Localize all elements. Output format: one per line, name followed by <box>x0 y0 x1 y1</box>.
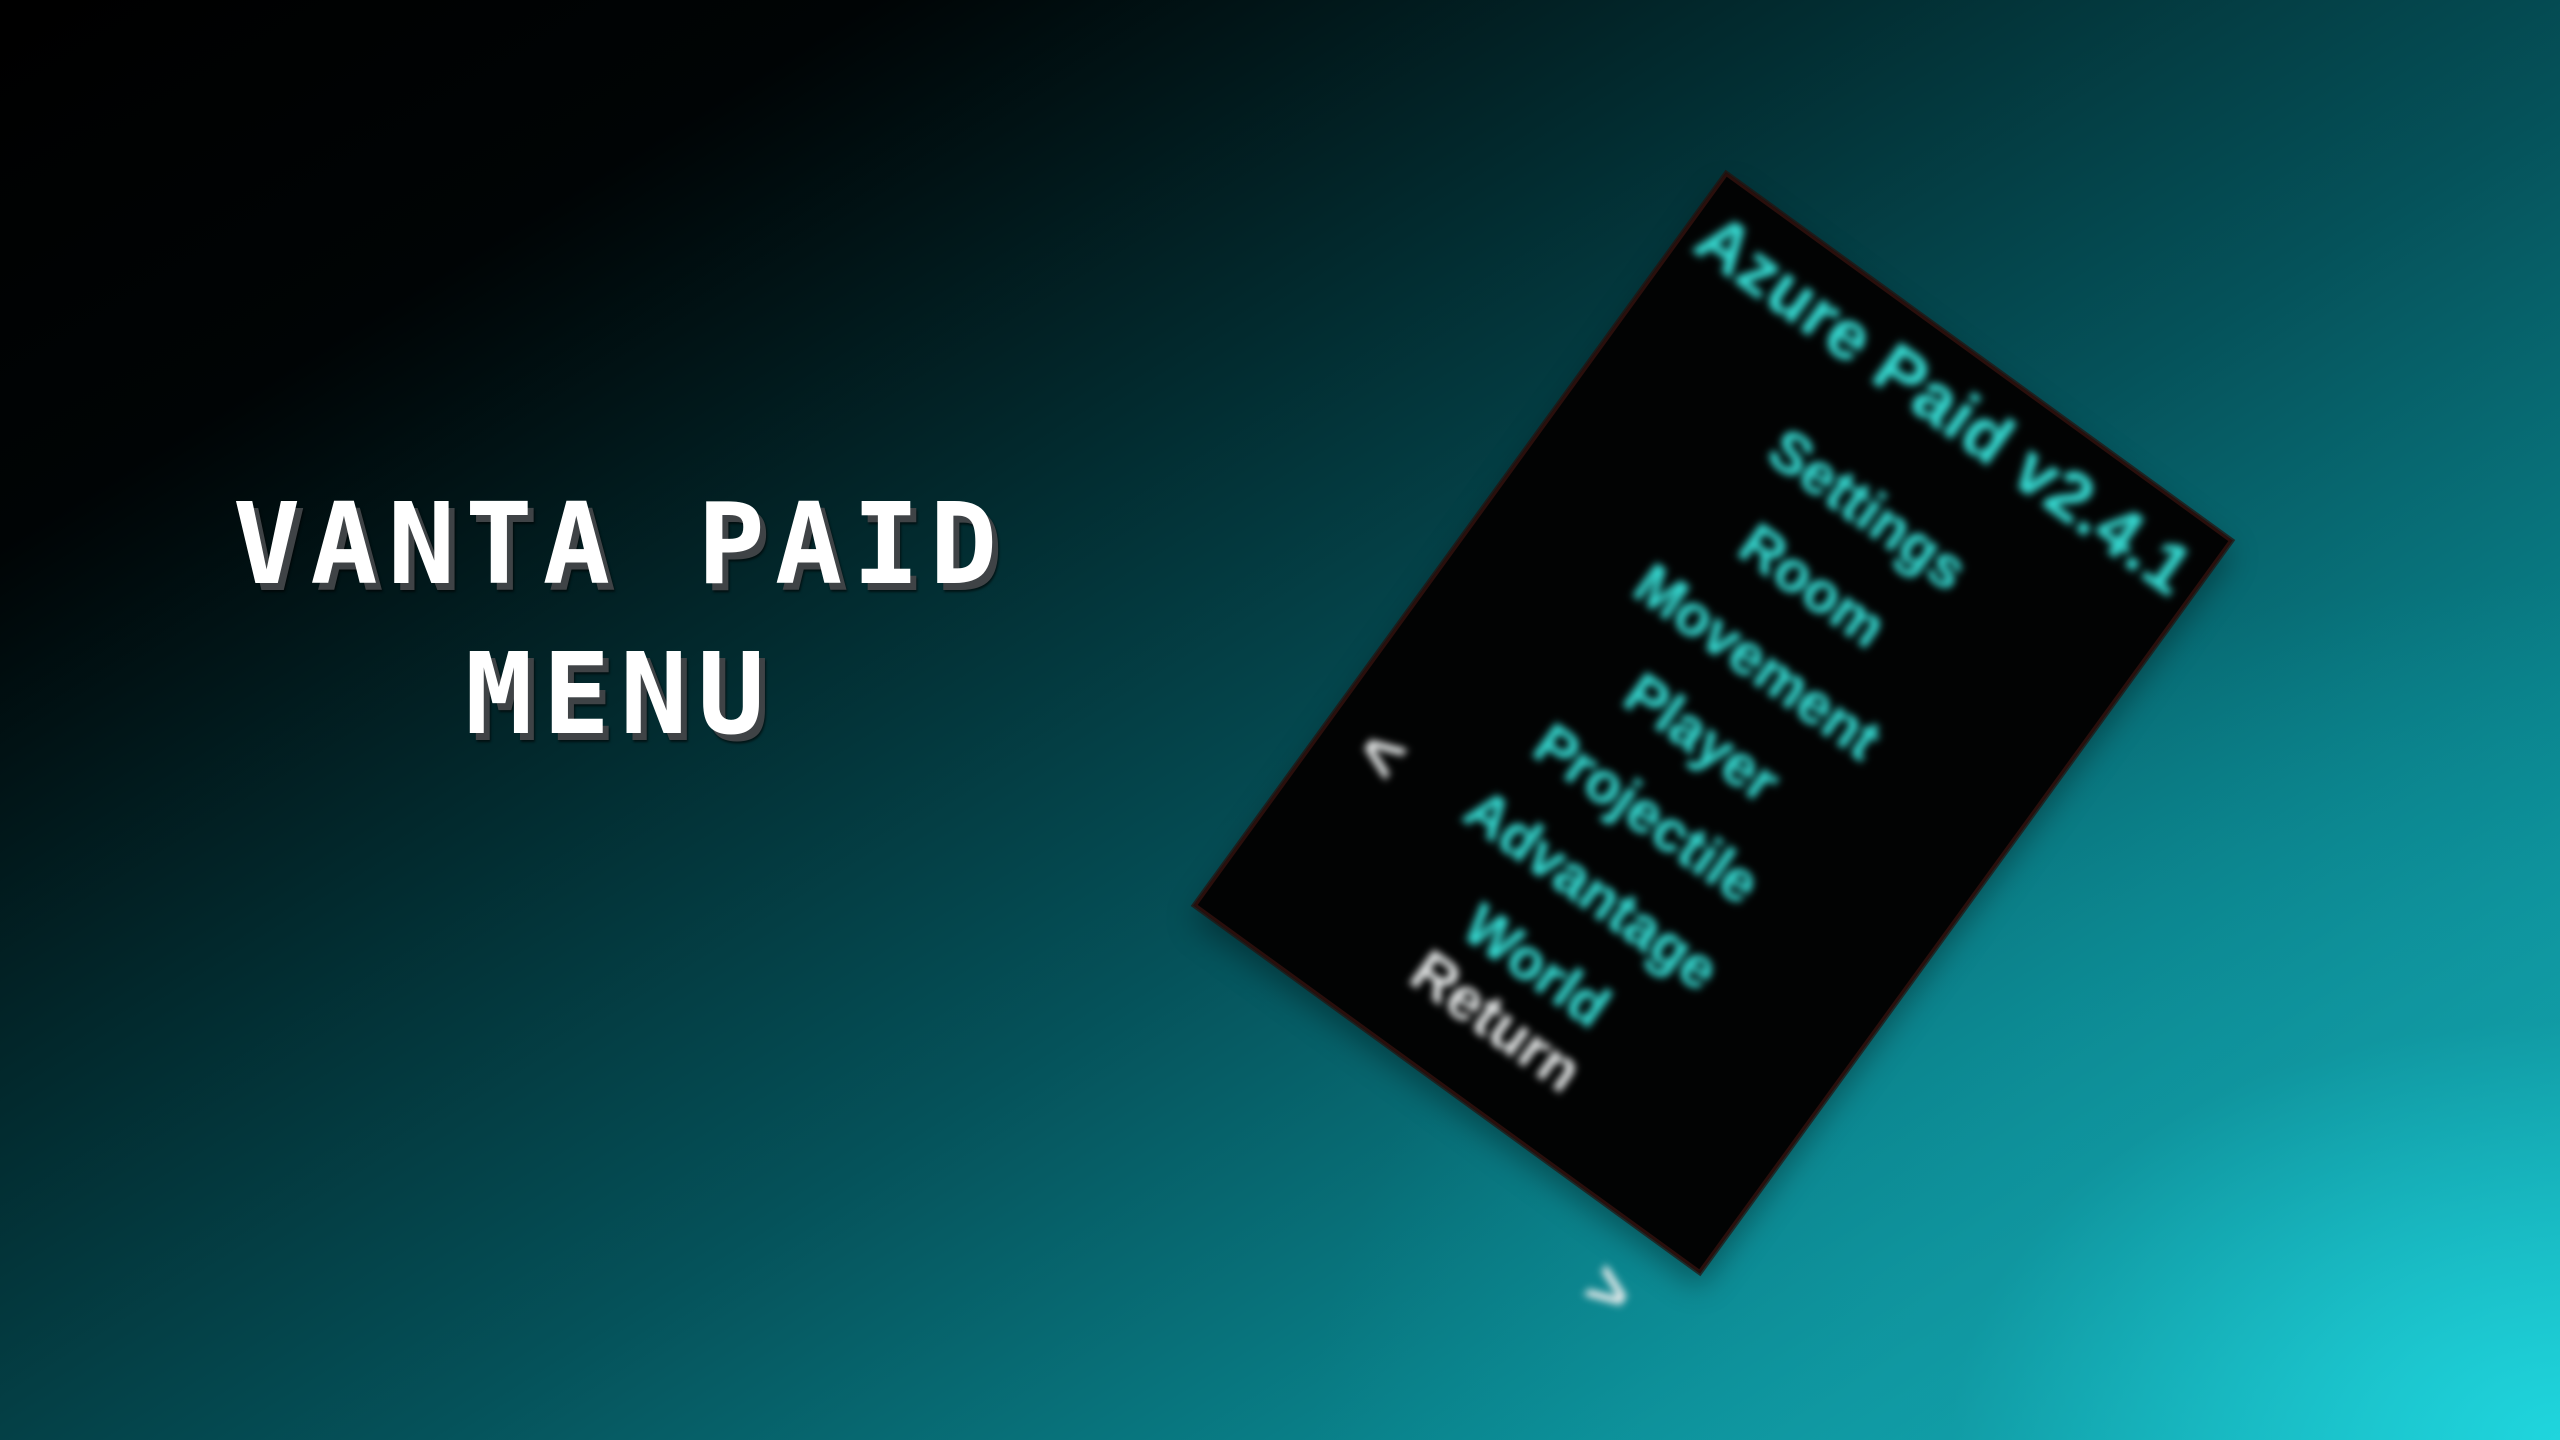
hero-title: VANTA PAID MENU <box>150 470 1090 770</box>
hero-title-line-2: MENU <box>465 630 775 760</box>
mod-menu-panel: Azure Paid v2.4.1 Settings Room Movement… <box>1193 172 2233 1333</box>
mod-menu-content: Azure Paid v2.4.1 Settings Room Movement… <box>1198 177 2229 1333</box>
next-page-button[interactable]: > <box>1567 1241 1653 1338</box>
hero-title-line-1: VANTA PAID <box>232 480 1008 610</box>
